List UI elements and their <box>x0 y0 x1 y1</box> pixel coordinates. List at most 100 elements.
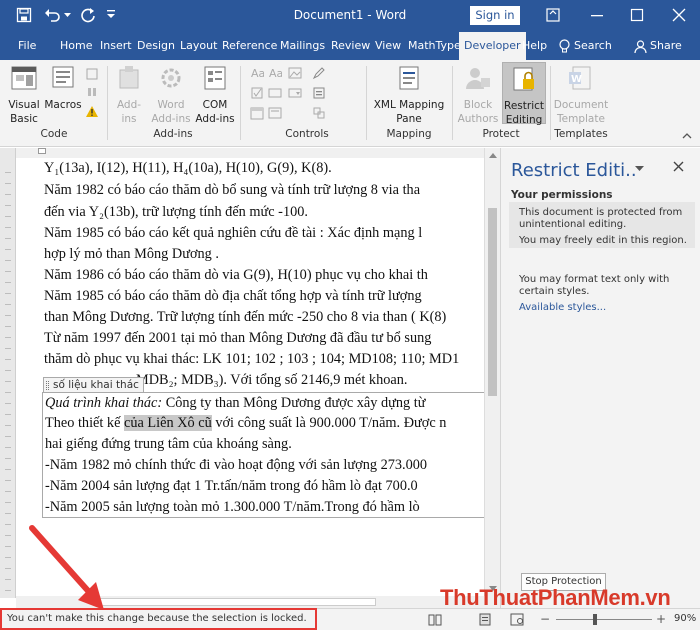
tab-mailings[interactable]: Mailings <box>280 32 325 60</box>
cc-line[interactable]: hai giếng đứng trung tâm của khoáng sàng… <box>45 436 292 453</box>
group-mapping-label: Mapping <box>386 128 432 140</box>
dropdown-control-icon[interactable] <box>288 86 302 100</box>
combo-box-control-icon[interactable] <box>268 86 282 100</box>
share-button[interactable]: Share <box>650 32 682 60</box>
ribbon: Visual Basic Macros Code Add- ins Word A… <box>0 60 700 147</box>
cc-line[interactable]: -Năm 1982 mỏ chính thức đi vào hoạt động… <box>45 457 427 474</box>
cc-line[interactable]: -Năm 2005 sản lượng toàn mỏ 1.300.000 T/… <box>45 499 420 516</box>
visual-basic-button[interactable]: Visual Basic <box>4 64 44 126</box>
visual-basic-label-2: Basic <box>10 113 38 125</box>
zoom-in-button[interactable]: + <box>656 612 666 626</box>
xml-mapping-label-2: Pane <box>396 113 422 125</box>
content-control-tag[interactable]: số liệu khai thác <box>43 377 144 393</box>
cc-italic-heading: Quá trình khai thác: <box>45 395 163 411</box>
design-mode-icon[interactable] <box>312 66 326 80</box>
tab-design[interactable]: Design <box>137 32 175 60</box>
redo-icon[interactable] <box>80 7 96 23</box>
date-picker-control-icon[interactable] <box>250 106 264 120</box>
cc-line[interactable]: Quá trình khai thác: Công ty than Mông D… <box>45 395 425 412</box>
tab-view[interactable]: View <box>375 32 401 60</box>
doc-line[interactable]: thăm dò phục vụ khai thác: LK 101; 102 ;… <box>44 351 459 368</box>
doc-line[interactable]: than Mông Dương. Trữ lượng tính đến mức … <box>44 309 446 326</box>
zoom-slider-track[interactable] <box>556 619 652 620</box>
macros-button[interactable]: Macros <box>44 64 82 112</box>
tab-review[interactable]: Review <box>331 32 370 60</box>
zoom-out-button[interactable]: − <box>540 612 550 626</box>
tell-me-search[interactable]: Search <box>574 32 612 60</box>
com-add-ins-button[interactable]: COM Add-ins <box>194 64 236 126</box>
close-icon[interactable] <box>672 8 686 22</box>
pane-close-icon[interactable] <box>673 161 684 172</box>
collapse-ribbon-icon[interactable] <box>682 132 692 140</box>
ribbon-display-options-icon[interactable] <box>546 8 560 22</box>
doc-line[interactable]: hợp lý mỏ than Mông Dương . <box>44 246 219 263</box>
pause-recording-icon[interactable] <box>86 86 98 98</box>
xml-mapping-label-1: XML Mapping <box>373 99 445 111</box>
quick-access-customize-icon[interactable] <box>106 9 116 19</box>
h-scroll-thumb[interactable] <box>96 598 376 606</box>
tab-insert[interactable]: Insert <box>100 32 132 60</box>
tab-help[interactable]: Help <box>522 32 547 60</box>
svg-text:Aa: Aa <box>251 67 264 80</box>
sign-in-button[interactable]: Sign in <box>470 6 520 25</box>
doc-line[interactable]: đến via Y₂(13b), trữ lượng tính đến mức … <box>44 204 308 221</box>
vertical-scrollbar[interactable] <box>484 148 500 598</box>
print-layout-icon[interactable] <box>478 613 492 626</box>
web-layout-icon[interactable] <box>510 613 524 626</box>
permissions-heading: Your permissions <box>511 189 613 201</box>
cc-line[interactable]: Theo thiết kế của Liên Xô cũ với công su… <box>45 415 446 432</box>
checkbox-control-icon[interactable] <box>250 86 264 100</box>
doc-line[interactable]: Y₁(13a), I(12), H(11), H₄(10a), H(10), G… <box>44 160 332 177</box>
maximize-icon[interactable] <box>630 8 644 22</box>
doc-line[interactable]: Năm 1985 có báo cáo kết quả nghiên cứu đ… <box>44 225 422 242</box>
document-template-button[interactable]: W Document Template <box>552 64 610 126</box>
block-authors-button[interactable]: Block Authors <box>456 64 500 126</box>
picture-control-icon[interactable] <box>288 66 302 80</box>
selected-text[interactable]: của Liên Xô cũ <box>124 415 212 431</box>
scroll-thumb[interactable] <box>488 208 497 396</box>
undo-dropdown-icon[interactable] <box>64 13 71 18</box>
properties-icon[interactable] <box>312 86 326 100</box>
controls-gallery: Aa Aa <box>248 66 358 126</box>
tab-mathtype[interactable]: MathType <box>408 32 461 60</box>
zoom-level[interactable]: 90% <box>674 613 696 624</box>
pane-options-dropdown-icon[interactable] <box>635 166 644 172</box>
doc-line[interactable]: MDB₂; MDB₃). Với tổng số 2146,9 mét khoa… <box>136 372 407 389</box>
cc-line[interactable]: -Năm 2004 sản lượng đạt 1 Tr.tấn/năm tro… <box>45 478 418 495</box>
doc-line[interactable]: Năm 1986 có báo cáo thăm dò via G(9), H(… <box>44 267 428 284</box>
tab-developer[interactable]: Developer <box>459 32 526 60</box>
scroll-up-icon[interactable] <box>489 152 497 158</box>
undo-icon[interactable] <box>44 7 62 23</box>
minimize-icon[interactable] <box>590 8 604 22</box>
word-add-ins-button[interactable]: Word Add-ins <box>148 64 194 126</box>
available-styles-link[interactable]: Available styles... <box>519 302 606 313</box>
doc-line[interactable]: Năm 1982 có báo cáo thăm dò bổ sung và t… <box>44 182 420 199</box>
group-controls-icon[interactable] <box>312 106 326 120</box>
group-separator <box>550 66 551 140</box>
xml-mapping-pane-button[interactable]: XML Mapping Pane <box>370 64 448 126</box>
plain-text-control-icon[interactable]: Aa <box>250 66 264 80</box>
add-ins-button[interactable]: Add- ins <box>112 64 146 126</box>
content-control[interactable]: số liệu khai thác Quá trình khai thác: C… <box>42 377 484 518</box>
restrict-editing-button[interactable]: Restrict Editing <box>502 62 546 126</box>
tab-references[interactable]: Reference <box>222 32 277 60</box>
doc-line[interactable]: Từ năm 1997 đến 2001 tại mỏ than Mông Dư… <box>44 330 431 347</box>
tab-layout[interactable]: Layout <box>180 32 217 60</box>
drag-handle-icon[interactable] <box>46 381 49 390</box>
block-authors-icon <box>466 68 490 89</box>
record-macro-icon[interactable] <box>86 68 98 80</box>
group-protect-label: Protect <box>482 128 520 140</box>
cc-text: Theo thiết kế <box>45 415 125 431</box>
ruler-indent-marker[interactable] <box>38 148 46 154</box>
rich-text-control-icon[interactable]: Aa <box>268 66 282 80</box>
macro-security-warning-icon[interactable] <box>86 106 98 117</box>
share-icon <box>634 40 647 53</box>
doc-line[interactable]: Năm 1985 có báo cáo thăm dò địa chất tổn… <box>44 288 422 305</box>
tab-file[interactable]: File <box>18 32 36 60</box>
com-add-ins-label-1: COM <box>202 99 228 111</box>
read-mode-icon[interactable] <box>428 613 442 626</box>
tab-home[interactable]: Home <box>60 32 92 60</box>
legacy-tools-icon[interactable] <box>268 106 282 120</box>
zoom-slider-thumb[interactable] <box>593 614 597 625</box>
save-icon[interactable] <box>16 7 32 23</box>
